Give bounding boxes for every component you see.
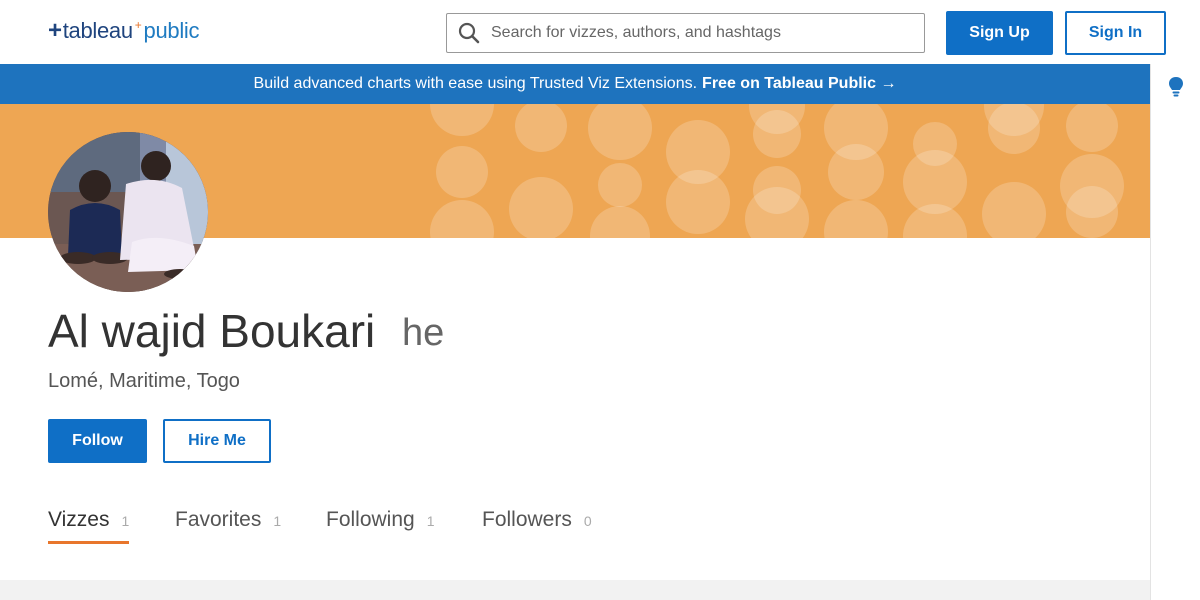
tab-count: 1 [121,513,130,529]
tab-favorites[interactable]: Favorites 1 [175,508,281,544]
search-input[interactable] [491,24,911,42]
hire-me-button[interactable]: Hire Me [163,419,271,463]
lightbulb-icon[interactable] [1168,76,1184,103]
search-box [446,13,925,53]
follow-button[interactable]: Follow [48,419,147,463]
tab-vizzes[interactable]: Vizzes 1 [48,508,130,544]
tab-count: 1 [273,513,282,529]
tab-label: Following [326,508,415,531]
tableau-public-logo[interactable]: + tableau + public [48,16,200,46]
tab-label: Favorites [175,508,262,531]
tab-following[interactable]: Following 1 [326,508,435,544]
logo-plus: + [48,17,62,44]
content-area-top [0,580,1150,600]
tab-followers[interactable]: Followers 0 [482,508,592,544]
logo-word-public: public [143,18,200,43]
top-navigation: + tableau + public Sign Up Sign In [0,0,1200,64]
sign-up-button[interactable]: Sign Up [946,11,1053,55]
tab-count: 0 [583,513,592,529]
logo-word-tableau: tableau [62,18,133,43]
profile-pronoun: he [402,312,445,354]
announcement-text: Build advanced charts with ease using Tr… [253,75,698,92]
announcement-cta-link[interactable]: Free on Tableau Public → [702,75,896,93]
tab-count: 1 [426,513,435,529]
sign-in-button[interactable]: Sign In [1065,11,1166,55]
logo-spark: + [134,18,142,32]
search-icon[interactable] [447,14,491,52]
tab-label: Followers [482,508,572,531]
right-rail [1150,64,1200,600]
announcement-banner: Build advanced charts with ease using Tr… [0,64,1150,104]
tab-label: Vizzes [48,508,110,531]
profile-name: Al wajid Boukari [48,305,376,357]
profile-avatar [48,132,208,292]
profile-location: Lomé, Maritime, Togo [48,370,240,392]
